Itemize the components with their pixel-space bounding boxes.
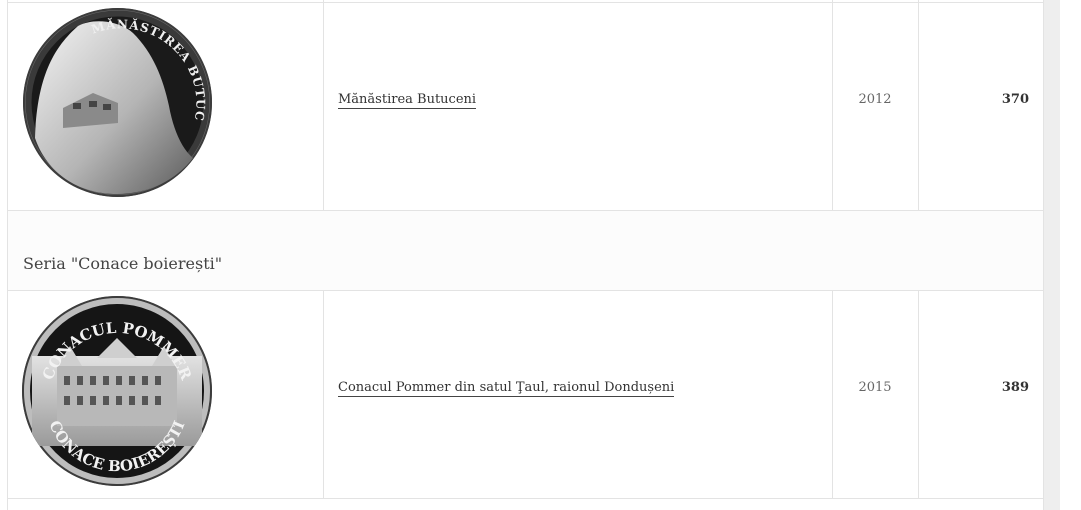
table-border [918, 0, 919, 211]
coin-name-link[interactable]: Conacul Pommer din satul Ţaul, raionul D… [338, 380, 675, 397]
coin-image: MĂNĂSTIREA BUTUCENI [23, 8, 212, 197]
table-border [1043, 0, 1044, 510]
table-border [7, 2, 1044, 3]
table-border [7, 290, 1044, 291]
count-cell: 370 [1001, 92, 1029, 107]
coin-image: CONACUL POMMER CONACE BOIEREȘTI [22, 296, 212, 486]
coin-conacul-pommer-image: CONACUL POMMER CONACE BOIEREȘTI [24, 298, 210, 484]
count-cell: 389 [1001, 380, 1029, 395]
coin-manastirea-butuceni-image: MĂNĂSTIREA BUTUCENI [23, 8, 210, 195]
table-border [323, 291, 324, 499]
year-cell: 2015 [858, 380, 892, 395]
table-border [918, 291, 919, 499]
right-gutter [1044, 0, 1060, 510]
series-header [7, 211, 1044, 290]
table-row: CONACUL POMMER CONACE BOIEREȘTI Conacul … [7, 291, 1044, 499]
table-border [7, 498, 1044, 499]
coin-name-link[interactable]: Mănăstirea Butuceni [338, 92, 477, 109]
series-title: Seria "Conace boierești" [23, 254, 223, 273]
table-border [832, 0, 833, 211]
table-border [832, 291, 833, 499]
table-border [7, 0, 8, 510]
table-row: MĂNĂSTIREA BUTUCENI Mănăstirea Butuceni … [7, 0, 1044, 211]
year-cell: 2012 [858, 92, 892, 107]
table-border [323, 0, 324, 211]
table-border [7, 210, 1044, 211]
